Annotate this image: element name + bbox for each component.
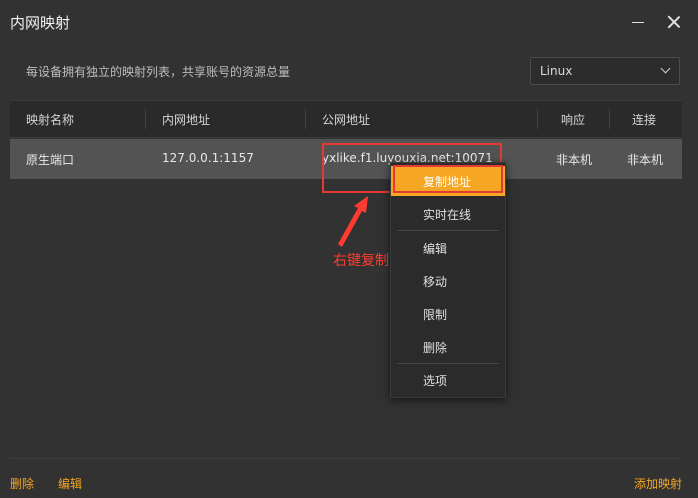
cell-name: 原生端口 bbox=[26, 153, 75, 167]
menu-item-copy-address[interactable]: 复制地址 bbox=[391, 166, 505, 196]
context-menu: 复制地址 实时在线 编辑 移动 限制 删除 选项 bbox=[390, 162, 506, 398]
edit-button[interactable]: 编辑 bbox=[58, 475, 82, 492]
column-divider bbox=[305, 109, 306, 129]
column-header-response[interactable]: 响应 bbox=[561, 111, 585, 128]
menu-item-edit[interactable]: 编辑 bbox=[391, 233, 505, 263]
menu-divider bbox=[397, 363, 499, 364]
column-header-connection[interactable]: 连接 bbox=[632, 111, 656, 128]
minimize-icon[interactable] bbox=[626, 10, 650, 34]
menu-divider bbox=[397, 230, 499, 231]
column-header-name[interactable]: 映射名称 bbox=[26, 111, 74, 128]
menu-item-limit[interactable]: 限制 bbox=[391, 299, 505, 329]
menu-item-label: 选项 bbox=[423, 374, 448, 388]
menu-item-realtime-online[interactable]: 实时在线 bbox=[391, 199, 505, 229]
column-divider bbox=[609, 109, 610, 129]
cell-response: 非本机 bbox=[556, 153, 593, 167]
menu-item-options[interactable]: 选项 bbox=[391, 365, 505, 395]
column-header-internal[interactable]: 内网地址 bbox=[162, 111, 210, 128]
menu-item-label: 移动 bbox=[423, 275, 448, 289]
table-header: 映射名称 内网地址 公网地址 响应 连接 bbox=[10, 100, 682, 138]
column-divider bbox=[537, 109, 538, 129]
menu-item-label: 限制 bbox=[423, 308, 448, 322]
title-bar: 内网映射 bbox=[0, 0, 698, 46]
description-text: 每设备拥有独立的映射列表，共享账号的资源总量 bbox=[26, 65, 291, 79]
close-icon[interactable] bbox=[662, 10, 686, 34]
annotation-label: 右键复制 bbox=[333, 253, 389, 269]
footer-divider bbox=[10, 458, 682, 459]
menu-item-label: 删除 bbox=[423, 341, 448, 355]
add-mapping-button[interactable]: 添加映射 bbox=[634, 475, 682, 492]
delete-button[interactable]: 删除 bbox=[10, 475, 34, 492]
menu-item-label: 实时在线 bbox=[423, 208, 472, 222]
cell-connection: 非本机 bbox=[627, 153, 664, 167]
menu-item-delete[interactable]: 删除 bbox=[391, 332, 505, 362]
os-select-value: Linux bbox=[540, 64, 573, 78]
menu-item-label: 复制地址 bbox=[423, 175, 472, 189]
menu-item-move[interactable]: 移动 bbox=[391, 266, 505, 296]
chevron-down-icon bbox=[660, 63, 671, 74]
os-select[interactable]: Linux bbox=[530, 57, 680, 85]
column-divider bbox=[145, 109, 146, 129]
cell-internal-address: 127.0.0.1:1157 bbox=[162, 151, 254, 165]
window-title: 内网映射 bbox=[10, 14, 71, 32]
menu-item-label: 编辑 bbox=[423, 242, 448, 256]
column-header-public[interactable]: 公网地址 bbox=[322, 111, 370, 128]
